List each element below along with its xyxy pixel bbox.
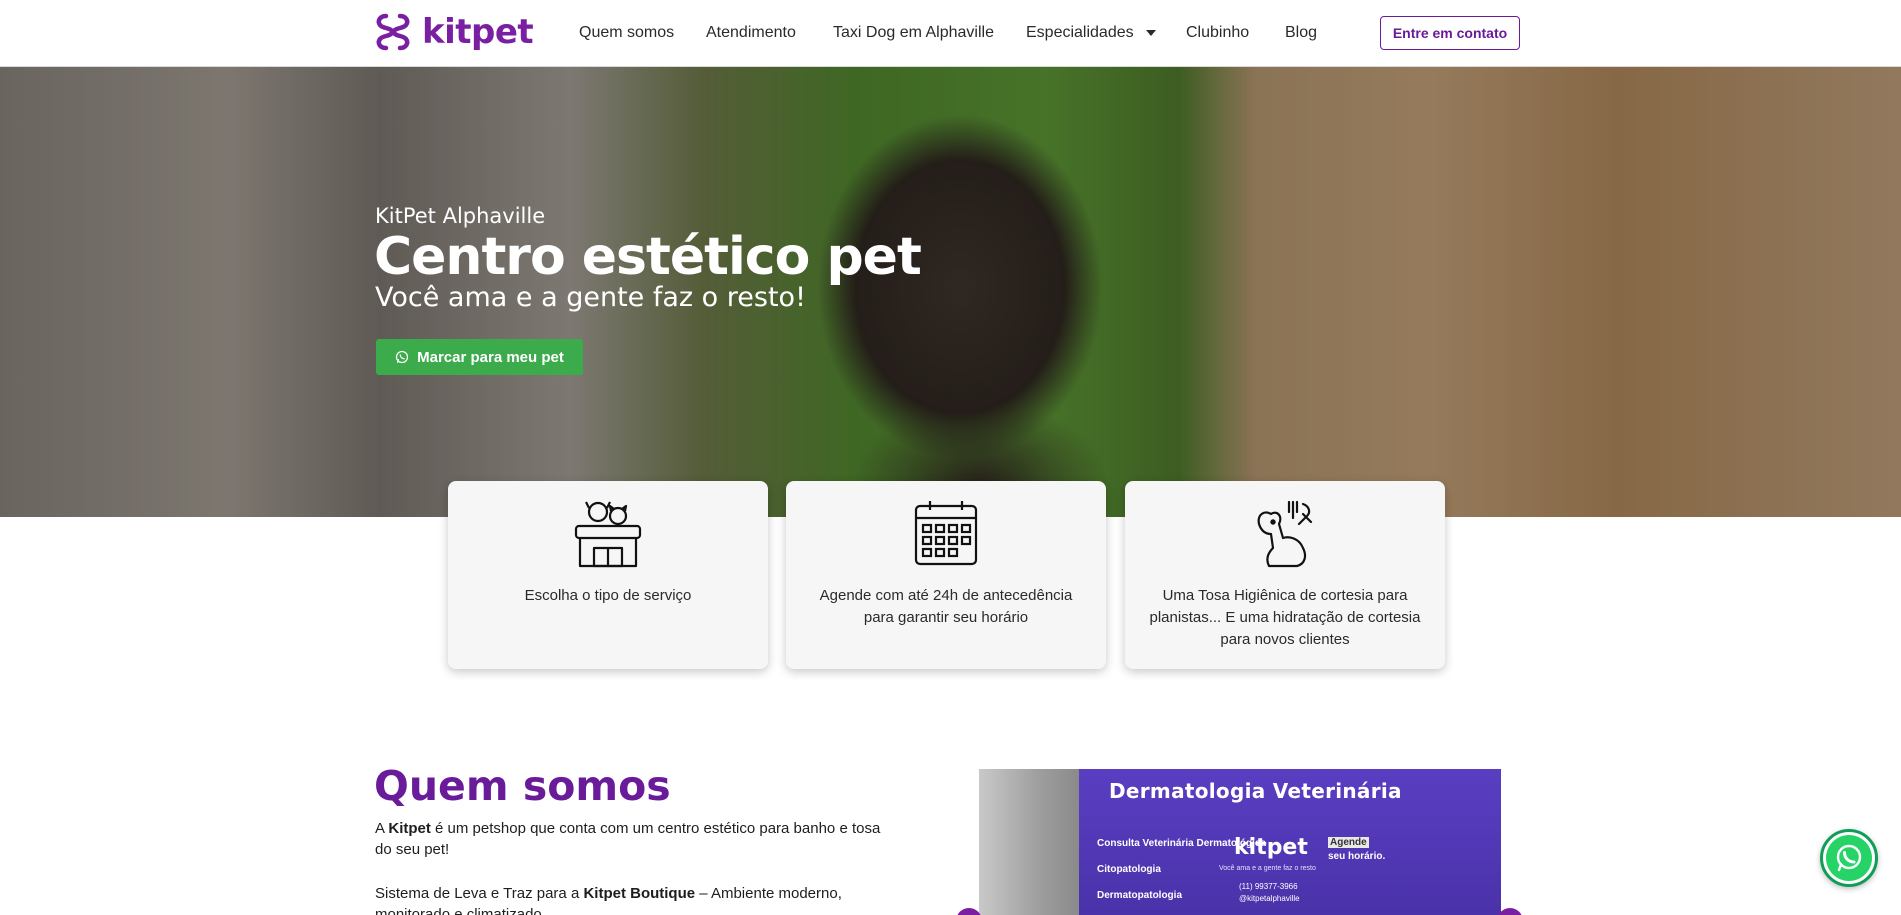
photo-agende-sub: seu horário. — [1328, 851, 1386, 862]
hero-banner: KitPet Alphaville Centro estético pet Vo… — [0, 67, 1901, 517]
about-p1-bold: Kitpet — [388, 820, 431, 837]
about-paragraph-2: Sistema de Leva e Traz para a Kitpet Bou… — [375, 883, 895, 915]
site-header: kitpet Quem somos Atendimento Taxi Dog e… — [0, 0, 1901, 67]
photo-agende: Agende seu horário. — [1328, 836, 1390, 864]
about-p1-suffix: é um petshop que conta com um centro est… — [375, 820, 881, 858]
hero-overlay — [0, 67, 1901, 517]
contact-button[interactable]: Entre em contato — [1380, 16, 1520, 50]
calendar-icon — [914, 501, 978, 566]
photo-logo-text: kitpet — [1234, 835, 1308, 860]
hero-title: Centro estético pet — [374, 227, 922, 287]
whatsapp-float-button[interactable] — [1820, 829, 1878, 887]
nav-item-blog[interactable]: Blog — [1285, 22, 1317, 44]
whatsapp-float-inner — [1826, 835, 1872, 881]
feature-card-schedule: Agende com até 24h de antecedência para … — [786, 481, 1106, 669]
dog-grooming-icon — [1257, 500, 1313, 568]
hero-tagline: Você ama e a gente faz o resto! — [375, 282, 806, 313]
photo-contact: (11) 99377-3966 @kitpetalphaville — [1239, 881, 1300, 905]
photo-banner-text: Dermatologia Veterinária — [1109, 779, 1402, 803]
about-paragraph-1: A Kitpet é um petshop que conta com um c… — [375, 818, 895, 860]
feature-card-grooming: Uma Tosa Higiênica de cortesia para plan… — [1125, 481, 1445, 669]
whatsapp-icon — [395, 350, 409, 364]
book-pet-button[interactable]: Marcar para meu pet — [376, 339, 583, 375]
main-nav: Quem somos Atendimento Taxi Dog em Alpha… — [0, 0, 1901, 67]
photo-phone: (11) 99377-3966 — [1239, 882, 1298, 891]
nav-item-quem-somos[interactable]: Quem somos — [579, 22, 674, 44]
feature-card-service-text: Escolha o tipo de serviço — [524, 587, 692, 604]
feature-card-schedule-text: Agende com até 24h de antecedência para … — [819, 587, 1073, 626]
photo-handle: @kitpetalphaville — [1239, 894, 1300, 903]
nav-item-atendimento[interactable]: Atendimento — [706, 22, 796, 44]
book-pet-button-label: Marcar para meu pet — [417, 348, 564, 366]
photo-wall — [979, 769, 1079, 915]
feature-card-service: Escolha o tipo de serviço — [448, 481, 768, 669]
about-p1-prefix: A — [375, 820, 389, 837]
nav-item-taxi-dog[interactable]: Taxi Dog em Alphaville — [833, 22, 994, 44]
storefront-pets-icon — [574, 501, 642, 568]
nav-item-especialidades-label: Especialidades — [1026, 24, 1134, 41]
about-p2-prefix: Sistema de Leva e Traz para a — [375, 885, 584, 902]
nav-item-especialidades[interactable]: Especialidades — [1026, 22, 1156, 44]
chevron-down-icon — [1145, 29, 1156, 36]
photo-agende-label: Agende — [1328, 837, 1369, 848]
storefront-photo: Dermatologia Veterinária Consulta Veteri… — [979, 769, 1501, 915]
nav-item-clubinho[interactable]: Clubinho — [1186, 22, 1249, 44]
about-p2-bold: Kitpet Boutique — [583, 885, 696, 902]
feature-card-grooming-text: Uma Tosa Higiênica de cortesia para plan… — [1149, 587, 1421, 648]
whatsapp-icon — [1836, 844, 1862, 872]
about-title: Quem somos — [374, 762, 671, 810]
photo-logo-sub: Você ama e a gente faz o resto — [1219, 865, 1316, 872]
